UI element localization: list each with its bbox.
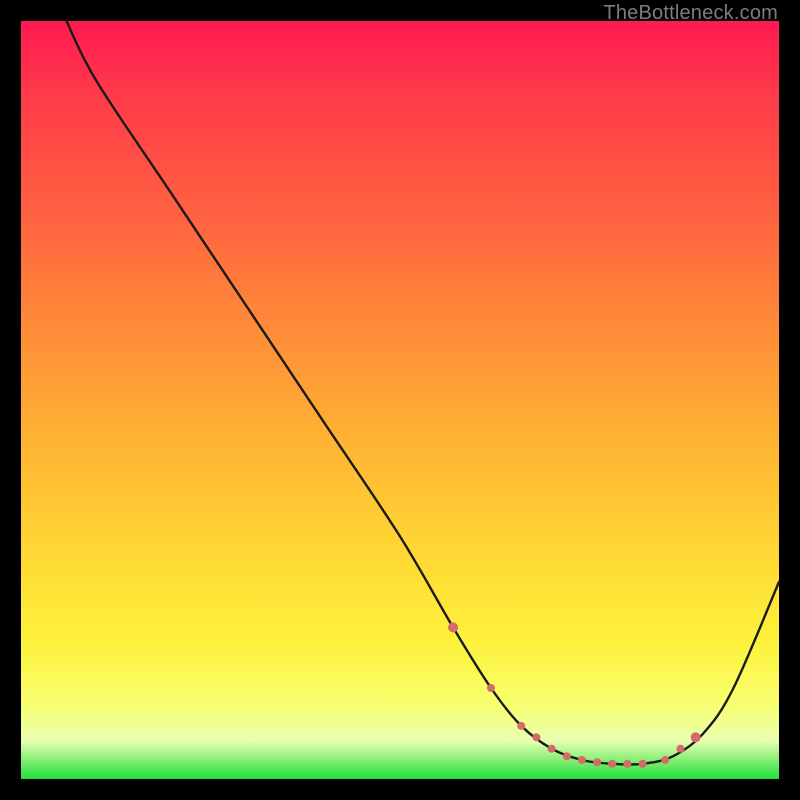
bead-dot (691, 732, 701, 742)
chart-frame: TheBottleneck.com (0, 0, 800, 800)
bead-dot (532, 733, 540, 741)
bead-dot (448, 622, 458, 632)
bead-dot (563, 752, 571, 760)
bead-dot (487, 684, 495, 692)
watermark-text: TheBottleneck.com (603, 2, 778, 25)
bead-dot (677, 745, 685, 753)
bead-dot (593, 758, 601, 766)
bead-dot (578, 756, 586, 764)
bead-dot (639, 760, 647, 768)
bead-dot (608, 760, 616, 768)
bead-dot (517, 722, 525, 730)
bead-dot (661, 756, 669, 764)
bottleneck-curve (21, 21, 779, 779)
chart-plot-area (21, 21, 779, 779)
bead-dot (623, 760, 631, 768)
bead-dot (548, 745, 556, 753)
